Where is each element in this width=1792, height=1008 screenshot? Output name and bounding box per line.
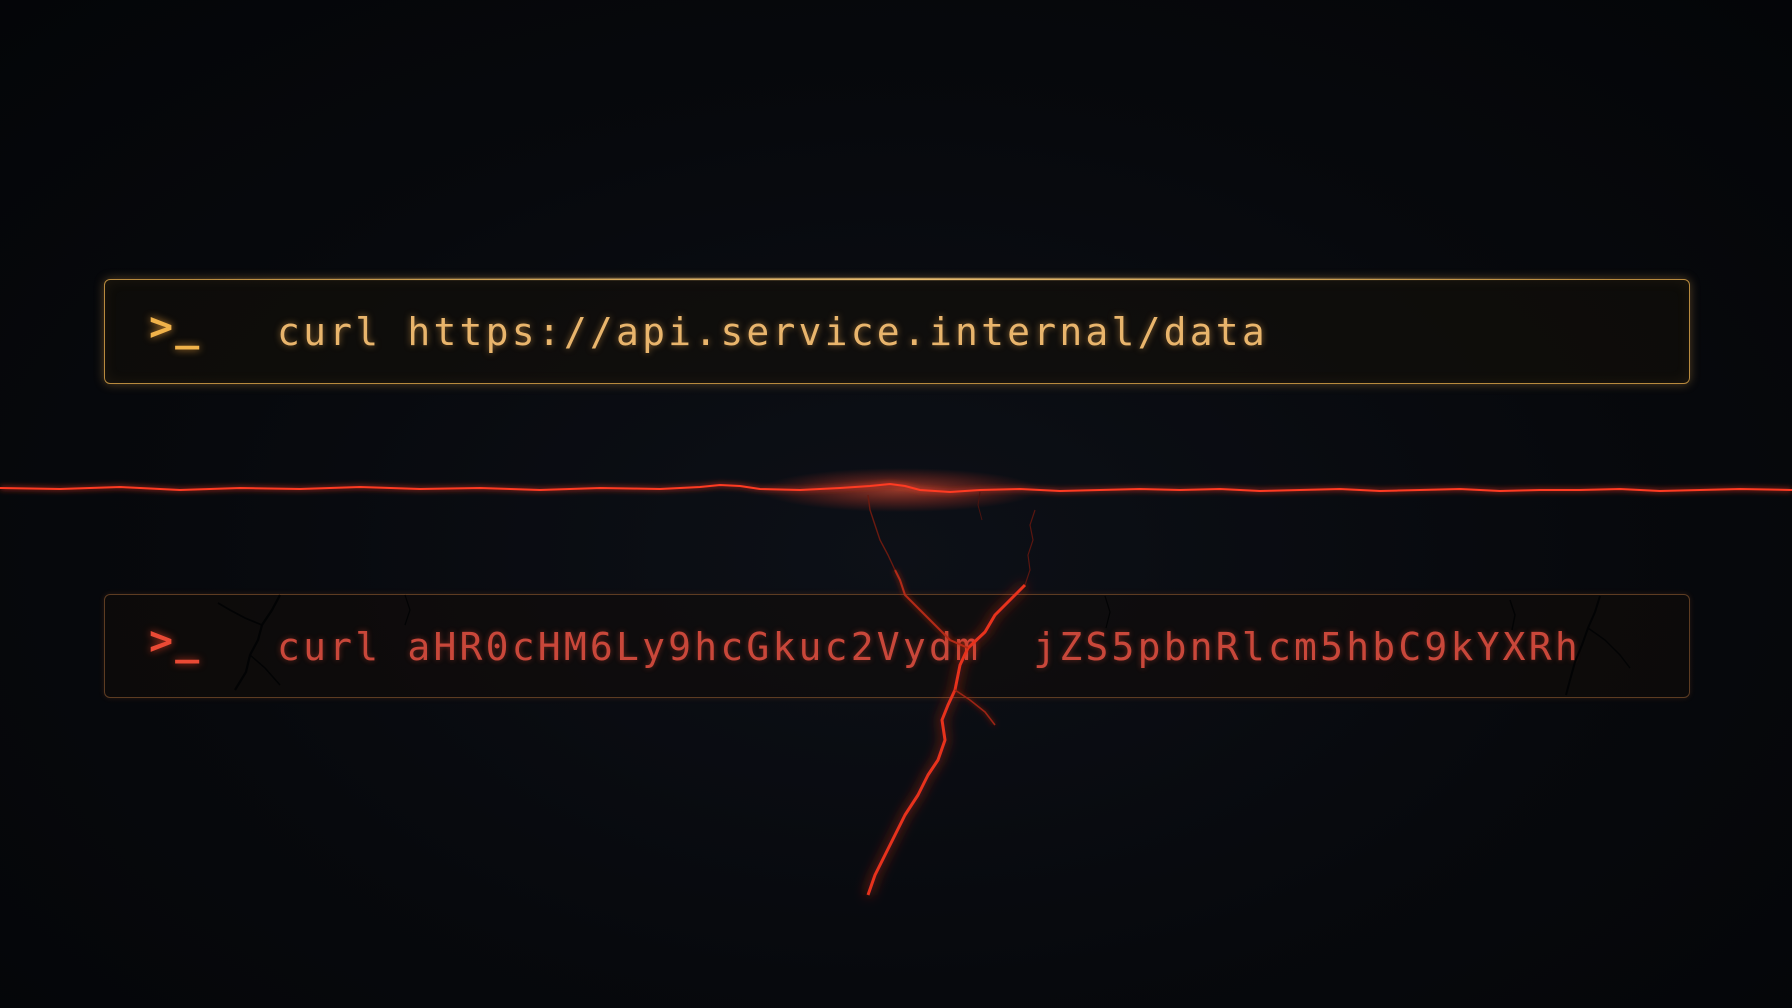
scene: >_ curl https://api.service.internal/dat… bbox=[0, 0, 1792, 1008]
command-text-plain: curl https://api.service.internal/data bbox=[277, 310, 1268, 354]
crack-branch bbox=[977, 491, 983, 521]
crack-branch bbox=[867, 494, 896, 571]
command-text-encoded: curl aHR0cHM6Ly9hcGkuc2Vydm jZS5pbnRlcm5… bbox=[277, 625, 1581, 669]
terminal-bar-encoded: >_ curl aHR0cHM6Ly9hcGkuc2Vydm jZS5pbnRl… bbox=[104, 594, 1690, 698]
crack-glow bbox=[760, 468, 1040, 512]
divider-line bbox=[0, 482, 1792, 494]
crack-overlay bbox=[0, 468, 1792, 896]
crack-branch bbox=[1024, 509, 1036, 586]
prompt-icon: >_ bbox=[149, 618, 202, 664]
terminal-bar-plain: >_ curl https://api.service.internal/dat… bbox=[104, 279, 1690, 384]
prompt-icon: >_ bbox=[149, 304, 202, 350]
